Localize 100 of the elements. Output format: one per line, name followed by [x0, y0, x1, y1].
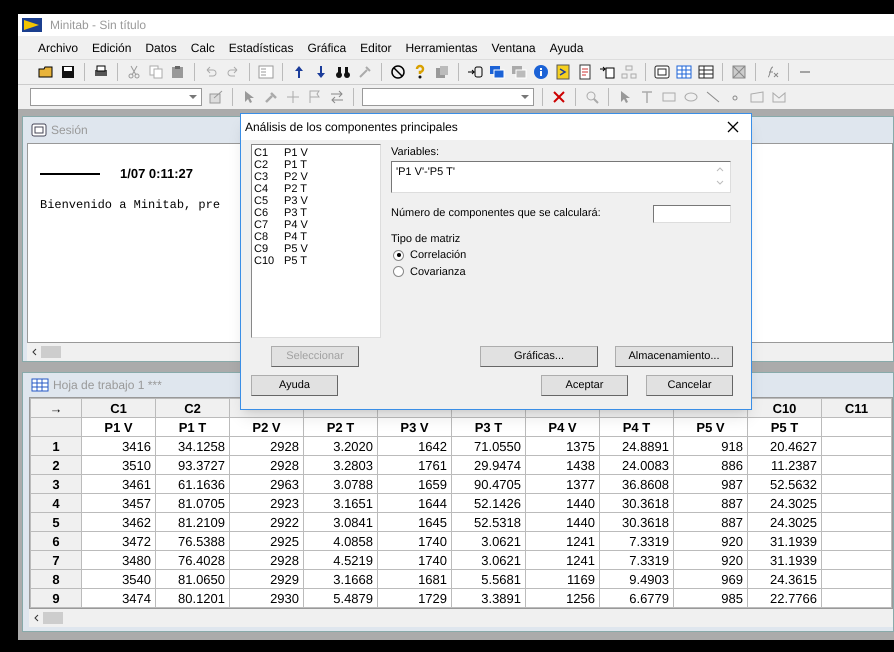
table-cell[interactable]: 969 [674, 570, 748, 588]
radio-option[interactable]: Covarianza [393, 264, 741, 280]
table-cell[interactable]: 34.1258 [156, 436, 230, 456]
variables-field[interactable]: 'P1 V'-'P5 T' [391, 160, 731, 192]
menu-item[interactable]: Herramientas [406, 38, 478, 56]
table-cell[interactable]: 3.0841 [304, 512, 378, 532]
table-cell[interactable]: 61.1636 [156, 474, 230, 494]
table-cell[interactable]: 1438 [526, 456, 600, 474]
column-list-item[interactable]: C10 P5 T [254, 255, 378, 267]
table-cell[interactable]: 76.5388 [156, 532, 230, 550]
column-list-item[interactable]: C8 P4 T [254, 231, 378, 243]
menu-item[interactable]: Datos [145, 38, 177, 56]
table-cell[interactable]: 36.8608 [600, 474, 674, 494]
table-cell[interactable]: 4.0858 [304, 532, 378, 550]
table-cell[interactable]: 3461 [82, 474, 156, 494]
menu-item[interactable]: Archivo [38, 38, 78, 56]
table-cell[interactable]: 2923 [230, 494, 304, 512]
table-cell[interactable]: 3.0621 [452, 532, 526, 550]
column-list-item[interactable]: C7 P4 V [254, 219, 378, 231]
table-cell[interactable]: 24.3025 [748, 494, 822, 512]
table-cell[interactable]: 887 [674, 494, 748, 512]
table-cell[interactable]: 3.1651 [304, 494, 378, 512]
table-cell[interactable]: 2928 [230, 436, 304, 456]
column-name[interactable]: P5 T [748, 418, 822, 436]
table-cell[interactable]: 7.3319 [600, 532, 674, 550]
dialog-button[interactable]: Almacenamiento... [615, 346, 733, 367]
table-cell[interactable]: 2928 [230, 456, 304, 474]
menu-item[interactable]: Gráfica [307, 38, 346, 56]
table-cell[interactable]: 1375 [526, 436, 600, 456]
table-cell[interactable]: 3472 [82, 532, 156, 550]
menu-item[interactable]: Estadísticas [228, 38, 294, 56]
table-cell[interactable]: 7.3319 [600, 550, 674, 570]
table-cell[interactable]: 2963 [230, 474, 304, 494]
table-cell[interactable]: 1740 [378, 532, 452, 550]
table-cell[interactable]: 920 [674, 550, 748, 570]
table-cell[interactable]: 76.4028 [156, 550, 230, 570]
table-cell[interactable]: 4.5219 [304, 550, 378, 570]
column-list-item[interactable]: C2 P1 T [254, 159, 378, 171]
column-name[interactable]: P1 T [156, 418, 230, 436]
table-cell[interactable]: 3474 [82, 588, 156, 608]
column-name[interactable]: P1 V [82, 418, 156, 436]
table-cell[interactable]: 3457 [82, 494, 156, 512]
table-cell[interactable]: 1729 [378, 588, 452, 608]
table-cell[interactable]: 1644 [378, 494, 452, 512]
table-cell[interactable]: 2928 [230, 550, 304, 570]
table-cell[interactable]: 2922 [230, 512, 304, 532]
column-name[interactable]: P4 V [526, 418, 600, 436]
column-name[interactable]: P2 V [230, 418, 304, 436]
table-cell[interactable]: 3.3891 [452, 588, 526, 608]
table-cell[interactable]: 1241 [526, 550, 600, 570]
table-cell[interactable]: 887 [674, 512, 748, 532]
table-cell[interactable]: 31.1939 [748, 532, 822, 550]
column-list-item[interactable]: C1 P1 V [254, 147, 378, 159]
table-cell[interactable]: 22.7766 [748, 588, 822, 608]
table-cell[interactable]: 3.1668 [304, 570, 378, 588]
table-cell[interactable]: 3416 [82, 436, 156, 456]
table-cell[interactable]: 52.1426 [452, 494, 526, 512]
column-list-item[interactable]: C5 P3 V [254, 195, 378, 207]
table-cell[interactable]: 6.6779 [600, 588, 674, 608]
table-cell[interactable]: 71.0550 [452, 436, 526, 456]
menu-item[interactable]: Calc [190, 38, 215, 56]
table-cell[interactable]: 9.4903 [600, 570, 674, 588]
dialog-button[interactable]: Gráficas... [480, 346, 598, 367]
table-cell[interactable]: 1241 [526, 532, 600, 550]
table-cell[interactable]: 3.2803 [304, 456, 378, 474]
dialog-button[interactable]: Ayuda [251, 375, 338, 396]
table-cell[interactable]: 24.3615 [748, 570, 822, 588]
table-cell[interactable]: 30.3618 [600, 494, 674, 512]
table-cell[interactable]: 1440 [526, 494, 600, 512]
table-cell[interactable]: 1761 [378, 456, 452, 474]
column-list-item[interactable]: C4 P2 T [254, 183, 378, 195]
dialog-button[interactable]: Cancelar [646, 375, 733, 396]
table-cell[interactable]: 3.0621 [452, 550, 526, 570]
radio-option[interactable]: Correlación [393, 247, 741, 264]
column-list[interactable]: C1 P1 V C2 P1 T C3 P2 V C4 P2 T C5 P3 V C6 P3 T C7 P4 V C8 P4 T C9 P5 V C10 P5 T [251, 144, 381, 338]
column-name[interactable]: P4 T [600, 418, 674, 436]
table-cell[interactable]: 52.5632 [748, 474, 822, 494]
table-cell[interactable]: 987 [674, 474, 748, 494]
table-cell[interactable]: 81.0705 [156, 494, 230, 512]
table-cell[interactable]: 1642 [378, 436, 452, 456]
table-cell[interactable]: 24.3025 [748, 512, 822, 532]
table-cell[interactable]: 985 [674, 588, 748, 608]
table-cell[interactable]: 20.4627 [748, 436, 822, 456]
table-cell[interactable]: 5.5681 [452, 570, 526, 588]
table-cell[interactable]: 2929 [230, 570, 304, 588]
table-cell[interactable]: 31.1939 [748, 550, 822, 570]
table-cell[interactable]: 1681 [378, 570, 452, 588]
menu-item[interactable]: Ayuda [550, 38, 584, 56]
column-list-item[interactable]: C9 P5 V [254, 243, 378, 255]
table-cell[interactable]: 24.8891 [600, 436, 674, 456]
table-cell[interactable]: 80.1201 [156, 588, 230, 608]
table-cell[interactable]: 1377 [526, 474, 600, 494]
table-cell[interactable]: 52.5318 [452, 512, 526, 532]
column-list-item[interactable]: C6 P3 T [254, 207, 378, 219]
table-cell[interactable]: 11.2387 [748, 456, 822, 474]
column-name[interactable]: P2 T [304, 418, 378, 436]
table-cell[interactable]: 886 [674, 456, 748, 474]
column-name[interactable]: P5 V [674, 418, 748, 436]
dialog-button[interactable]: Aceptar [541, 375, 628, 396]
column-name[interactable]: P3 V [378, 418, 452, 436]
